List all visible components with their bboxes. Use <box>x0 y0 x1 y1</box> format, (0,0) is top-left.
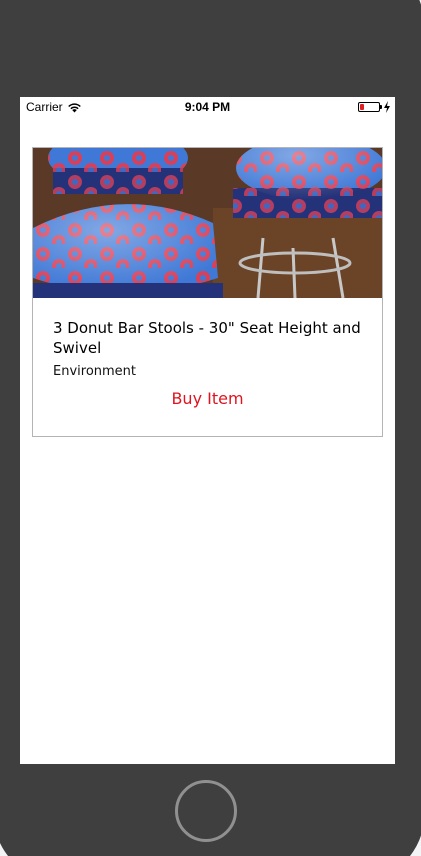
status-time: 9:04 PM <box>184 100 231 114</box>
charging-bolt-icon <box>384 101 390 113</box>
item-card[interactable]: 3 Donut Bar Stools - 30" Seat Height and… <box>32 147 383 437</box>
item-category: Environment <box>53 364 137 379</box>
status-bar: Carrier 9:04 PM <box>20 97 395 117</box>
card-body: 3 Donut Bar Stools - 30" Seat Height and… <box>33 298 382 408</box>
battery-level <box>360 104 364 110</box>
app-screen: Carrier 9:04 PM 3 Donut Bar Stools - 30"… <box>20 97 395 764</box>
bar-stools-photo <box>33 148 382 298</box>
item-title: 3 Donut Bar Stools - 30" Seat Height and… <box>53 319 361 357</box>
simulator-stage: Carrier 9:04 PM 3 Donut Bar Stools - 30"… <box>0 0 421 856</box>
home-button[interactable] <box>175 780 237 842</box>
battery-group <box>358 101 391 113</box>
buy-item-button[interactable]: Buy Item <box>171 389 243 408</box>
battery-icon <box>358 102 382 112</box>
